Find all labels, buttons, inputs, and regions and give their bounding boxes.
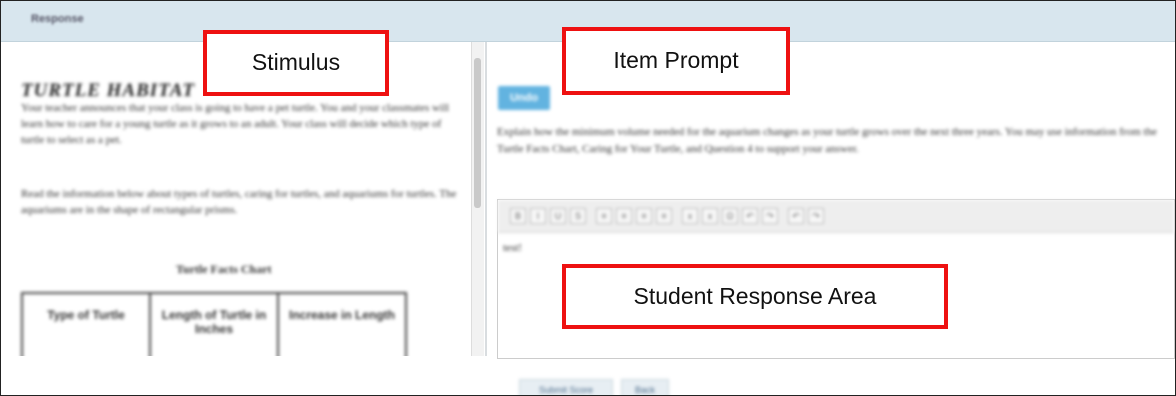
response-text[interactable]: test! [503,242,522,254]
undo-button[interactable]: Undo [498,86,550,110]
response-area-annotation-label: Student Response Area [633,283,877,309]
justify-button[interactable]: ≡ [656,208,672,224]
align-center-button[interactable]: ≡ [616,208,632,224]
stimulus-paragraph-1: Your teacher announces that your class i… [21,102,450,146]
screenshot-frame: Response TURTLE HABITAT Your teacher ann… [0,0,1176,396]
stimulus-annotation-label: Stimulus [251,49,341,75]
response-area-annotation: Student Response Area [562,264,948,329]
header-title: Response [31,13,84,25]
item-prompt-annotation: Item Prompt [562,27,790,95]
align-right-button[interactable]: ≡ [636,208,652,224]
submit-score-button[interactable]: Submit Score [519,379,613,395]
turtle-facts-table: Type of Turtle Length of Turtle in Inche… [21,292,407,356]
superscript-button[interactable]: x [702,208,718,224]
special-char-button[interactable]: Ω [722,208,738,224]
chart-title: Turtle Facts Chart [176,262,272,276]
redo-icon[interactable]: ↷ [762,208,778,224]
table-header: Increase in Length [277,292,407,356]
item-prompt-text: Explain how the minimum volume needed fo… [497,126,1157,155]
item-prompt-annotation-label: Item Prompt [613,47,739,73]
stimulus-title: TURTLE HABITAT [21,80,195,101]
underline-button[interactable]: U [550,208,566,224]
table-header: Type of Turtle [21,292,151,356]
table-header: Length of Turtle in Inches [149,292,279,356]
stimulus-paragraph-2: Read the information below about types o… [21,188,457,216]
strike-button[interactable]: S [570,208,586,224]
italic-button[interactable]: I [530,208,546,224]
bold-button[interactable]: B [510,208,526,224]
stimulus-annotation: Stimulus [203,30,389,96]
back-button[interactable]: Back [621,379,669,395]
redo-icon[interactable]: ↷ [808,208,824,224]
stimulus-scrollbar[interactable] [471,42,484,356]
undo-icon[interactable]: ↶ [788,208,804,224]
undo-icon[interactable]: ↶ [742,208,758,224]
align-left-button[interactable]: ≡ [596,208,612,224]
editor-toolbar: B I U S ≡ ≡ ≡ ≡ x x Ω ↶ ↷ ↶ ↷ [498,200,1174,233]
subscript-button[interactable]: x [682,208,698,224]
scroll-thumb[interactable] [474,58,481,208]
pane-divider[interactable] [485,42,487,356]
